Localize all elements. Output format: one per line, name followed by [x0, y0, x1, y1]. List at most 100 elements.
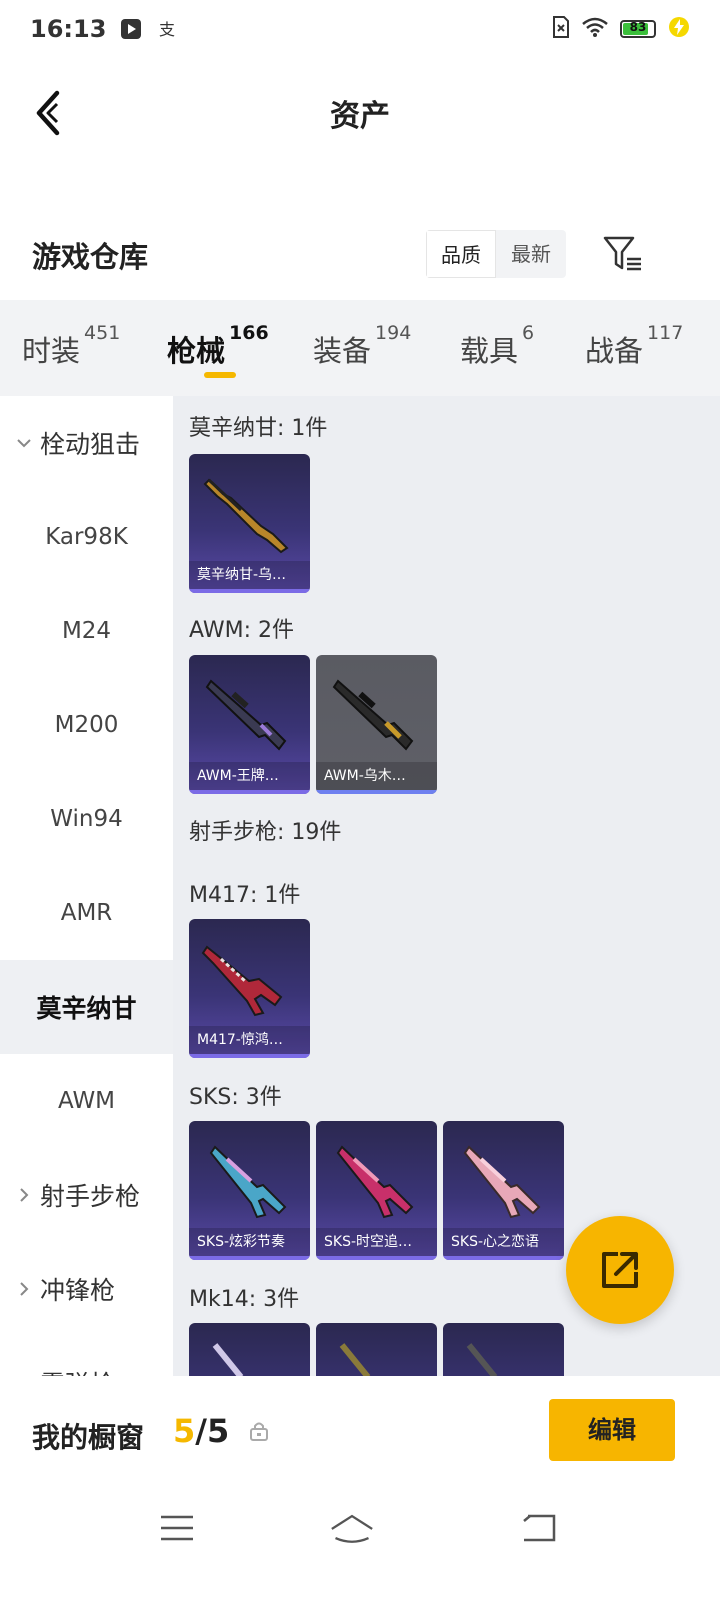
weapon-card[interactable]: SKS-炫彩节奏: [189, 1121, 310, 1260]
filter-button[interactable]: [600, 232, 646, 276]
share-external-icon: [602, 1252, 638, 1288]
sim-icon: [552, 16, 570, 42]
chevron-right-icon: [14, 1281, 34, 1297]
media-play-icon: [120, 18, 142, 40]
weapon-card[interactable]: SKS-时空追…: [316, 1121, 437, 1260]
tab-supplies[interactable]: 战备117: [585, 322, 683, 370]
chevron-down-icon: [14, 437, 34, 449]
share-button[interactable]: [566, 1216, 674, 1324]
tab-fashion[interactable]: 时装451: [22, 322, 120, 370]
alipay-icon: 支: [156, 18, 178, 40]
warehouse-bar: 游戏仓库 品质 最新: [0, 226, 720, 286]
sidebar-item-label: M200: [54, 712, 119, 738]
page-header: 资产: [0, 68, 720, 158]
chevron-left-icon: [36, 90, 60, 136]
weapon-card[interactable]: SKS-心之恋语: [443, 1121, 564, 1260]
status-bar: 16:13 支 83: [0, 0, 720, 58]
weapon-name: AWM-乌木…: [316, 762, 437, 790]
svg-text:支: 支: [159, 20, 175, 39]
menu-button[interactable]: [155, 1508, 199, 1548]
weapon-card[interactable]: [316, 1323, 437, 1376]
chevron-right-icon: [14, 1187, 34, 1203]
menu-icon: [161, 1515, 193, 1541]
page-title: 资产: [330, 99, 390, 134]
rifle-icon: [212, 1343, 244, 1376]
sort-toggle: 品质 最新: [426, 230, 566, 278]
category-tabs: 时装451 枪械166 装备194 载具6 战备117: [0, 300, 720, 396]
tab-count: 6: [522, 322, 535, 344]
rarity-bar: [189, 1054, 310, 1058]
tab-count: 117: [647, 322, 684, 344]
section-title: AWM: 2件: [189, 618, 294, 643]
weapon-card[interactable]: M417-惊鸿…: [189, 919, 310, 1058]
section-title: M417: 1件: [189, 883, 301, 908]
rifle-icon: [466, 1343, 498, 1376]
warehouse-title: 游戏仓库: [32, 240, 149, 274]
sidebar-group-bolt-sniper[interactable]: 栓动狙击: [0, 396, 173, 490]
showcase-label: 我的橱窗: [32, 1421, 145, 1454]
sidebar-item-kar98k[interactable]: Kar98K: [0, 490, 173, 584]
sidebar-item-label: Win94: [50, 806, 123, 832]
showcase-bar: 我的橱窗 5/5 编辑: [0, 1376, 720, 1486]
weapon-name: AWM-王牌…: [189, 762, 310, 790]
section-title: Mk14: 3件: [189, 1287, 300, 1312]
section-title: 莫辛纳甘: 1件: [189, 416, 328, 441]
battery-level: 83: [629, 20, 647, 34]
weapon-card[interactable]: AWM-王牌…: [189, 655, 310, 794]
active-tab-indicator: [204, 372, 236, 378]
back-icon: [523, 1514, 556, 1542]
section-title: 射手步枪: 19件: [189, 820, 342, 845]
battery-icon: 83: [620, 20, 656, 38]
charging-icon: [668, 16, 690, 42]
tab-count: 166: [229, 322, 269, 344]
rarity-bar: [189, 589, 310, 593]
rifle-icon: [339, 1343, 371, 1376]
back-nav-button[interactable]: [516, 1508, 560, 1548]
back-button[interactable]: [26, 88, 70, 138]
tab-guns[interactable]: 枪械166: [167, 322, 269, 370]
sidebar-item-amr[interactable]: AMR: [0, 866, 173, 960]
showcase-total: /5: [195, 1412, 230, 1450]
section-title: SKS: 3件: [189, 1085, 282, 1110]
sidebar-item-m24[interactable]: M24: [0, 584, 173, 678]
sniper-rifle-icon: [332, 679, 414, 751]
tab-count: 451: [84, 322, 121, 344]
system-nav-bar: [0, 1486, 720, 1600]
weapon-card[interactable]: [189, 1323, 310, 1376]
sidebar-item-awm[interactable]: AWM: [0, 1054, 173, 1148]
weapon-name: M417-惊鸿…: [189, 1026, 310, 1054]
sort-quality-button[interactable]: 品质: [426, 230, 496, 278]
sidebar-item-label: 莫辛纳甘: [36, 994, 137, 1023]
edit-button[interactable]: 编辑: [549, 1399, 675, 1461]
weapon-card[interactable]: [443, 1323, 564, 1376]
rarity-bar: [316, 790, 437, 794]
sidebar-item-label: AWM: [57, 1088, 116, 1114]
sidebar-group-marksman[interactable]: 射手步枪: [0, 1148, 173, 1242]
home-button[interactable]: [330, 1508, 374, 1548]
sidebar-group-shotgun[interactable]: 霰弹枪: [0, 1336, 173, 1376]
sidebar-group-smg[interactable]: 冲锋枪: [0, 1242, 173, 1336]
tab-label: 载具: [460, 334, 519, 368]
tab-vehicles[interactable]: 载具6: [460, 322, 534, 370]
tab-label: 枪械: [167, 334, 226, 368]
sidebar-item-mosin[interactable]: 莫辛纳甘: [0, 960, 173, 1054]
sidebar-item-m200[interactable]: M200: [0, 678, 173, 772]
status-time: 16:13: [30, 15, 107, 43]
weapon-card[interactable]: AWM-乌木…: [316, 655, 437, 794]
weapon-name: SKS-时空追…: [316, 1228, 437, 1256]
rarity-bar: [189, 1256, 310, 1260]
weapon-card[interactable]: 莫辛纳甘-乌…: [189, 454, 310, 593]
rarity-bar: [316, 1256, 437, 1260]
tab-label: 战备: [585, 334, 644, 368]
lock-icon: [250, 1422, 268, 1441]
filter-icon: [603, 236, 641, 271]
home-icon: [331, 1514, 373, 1543]
sort-newest-button[interactable]: 最新: [496, 230, 566, 278]
weapon-type-sidebar: 栓动狙击 Kar98K M24 M200 Win94 AMR 莫辛纳甘 AWM …: [0, 396, 173, 1376]
showcase-current: 5: [173, 1412, 196, 1450]
sidebar-item-label: 栓动狙击: [40, 430, 141, 459]
rarity-bar: [189, 790, 310, 794]
sidebar-item-label: AMR: [60, 900, 113, 926]
tab-equipment[interactable]: 装备194: [313, 322, 411, 370]
sidebar-item-win94[interactable]: Win94: [0, 772, 173, 866]
